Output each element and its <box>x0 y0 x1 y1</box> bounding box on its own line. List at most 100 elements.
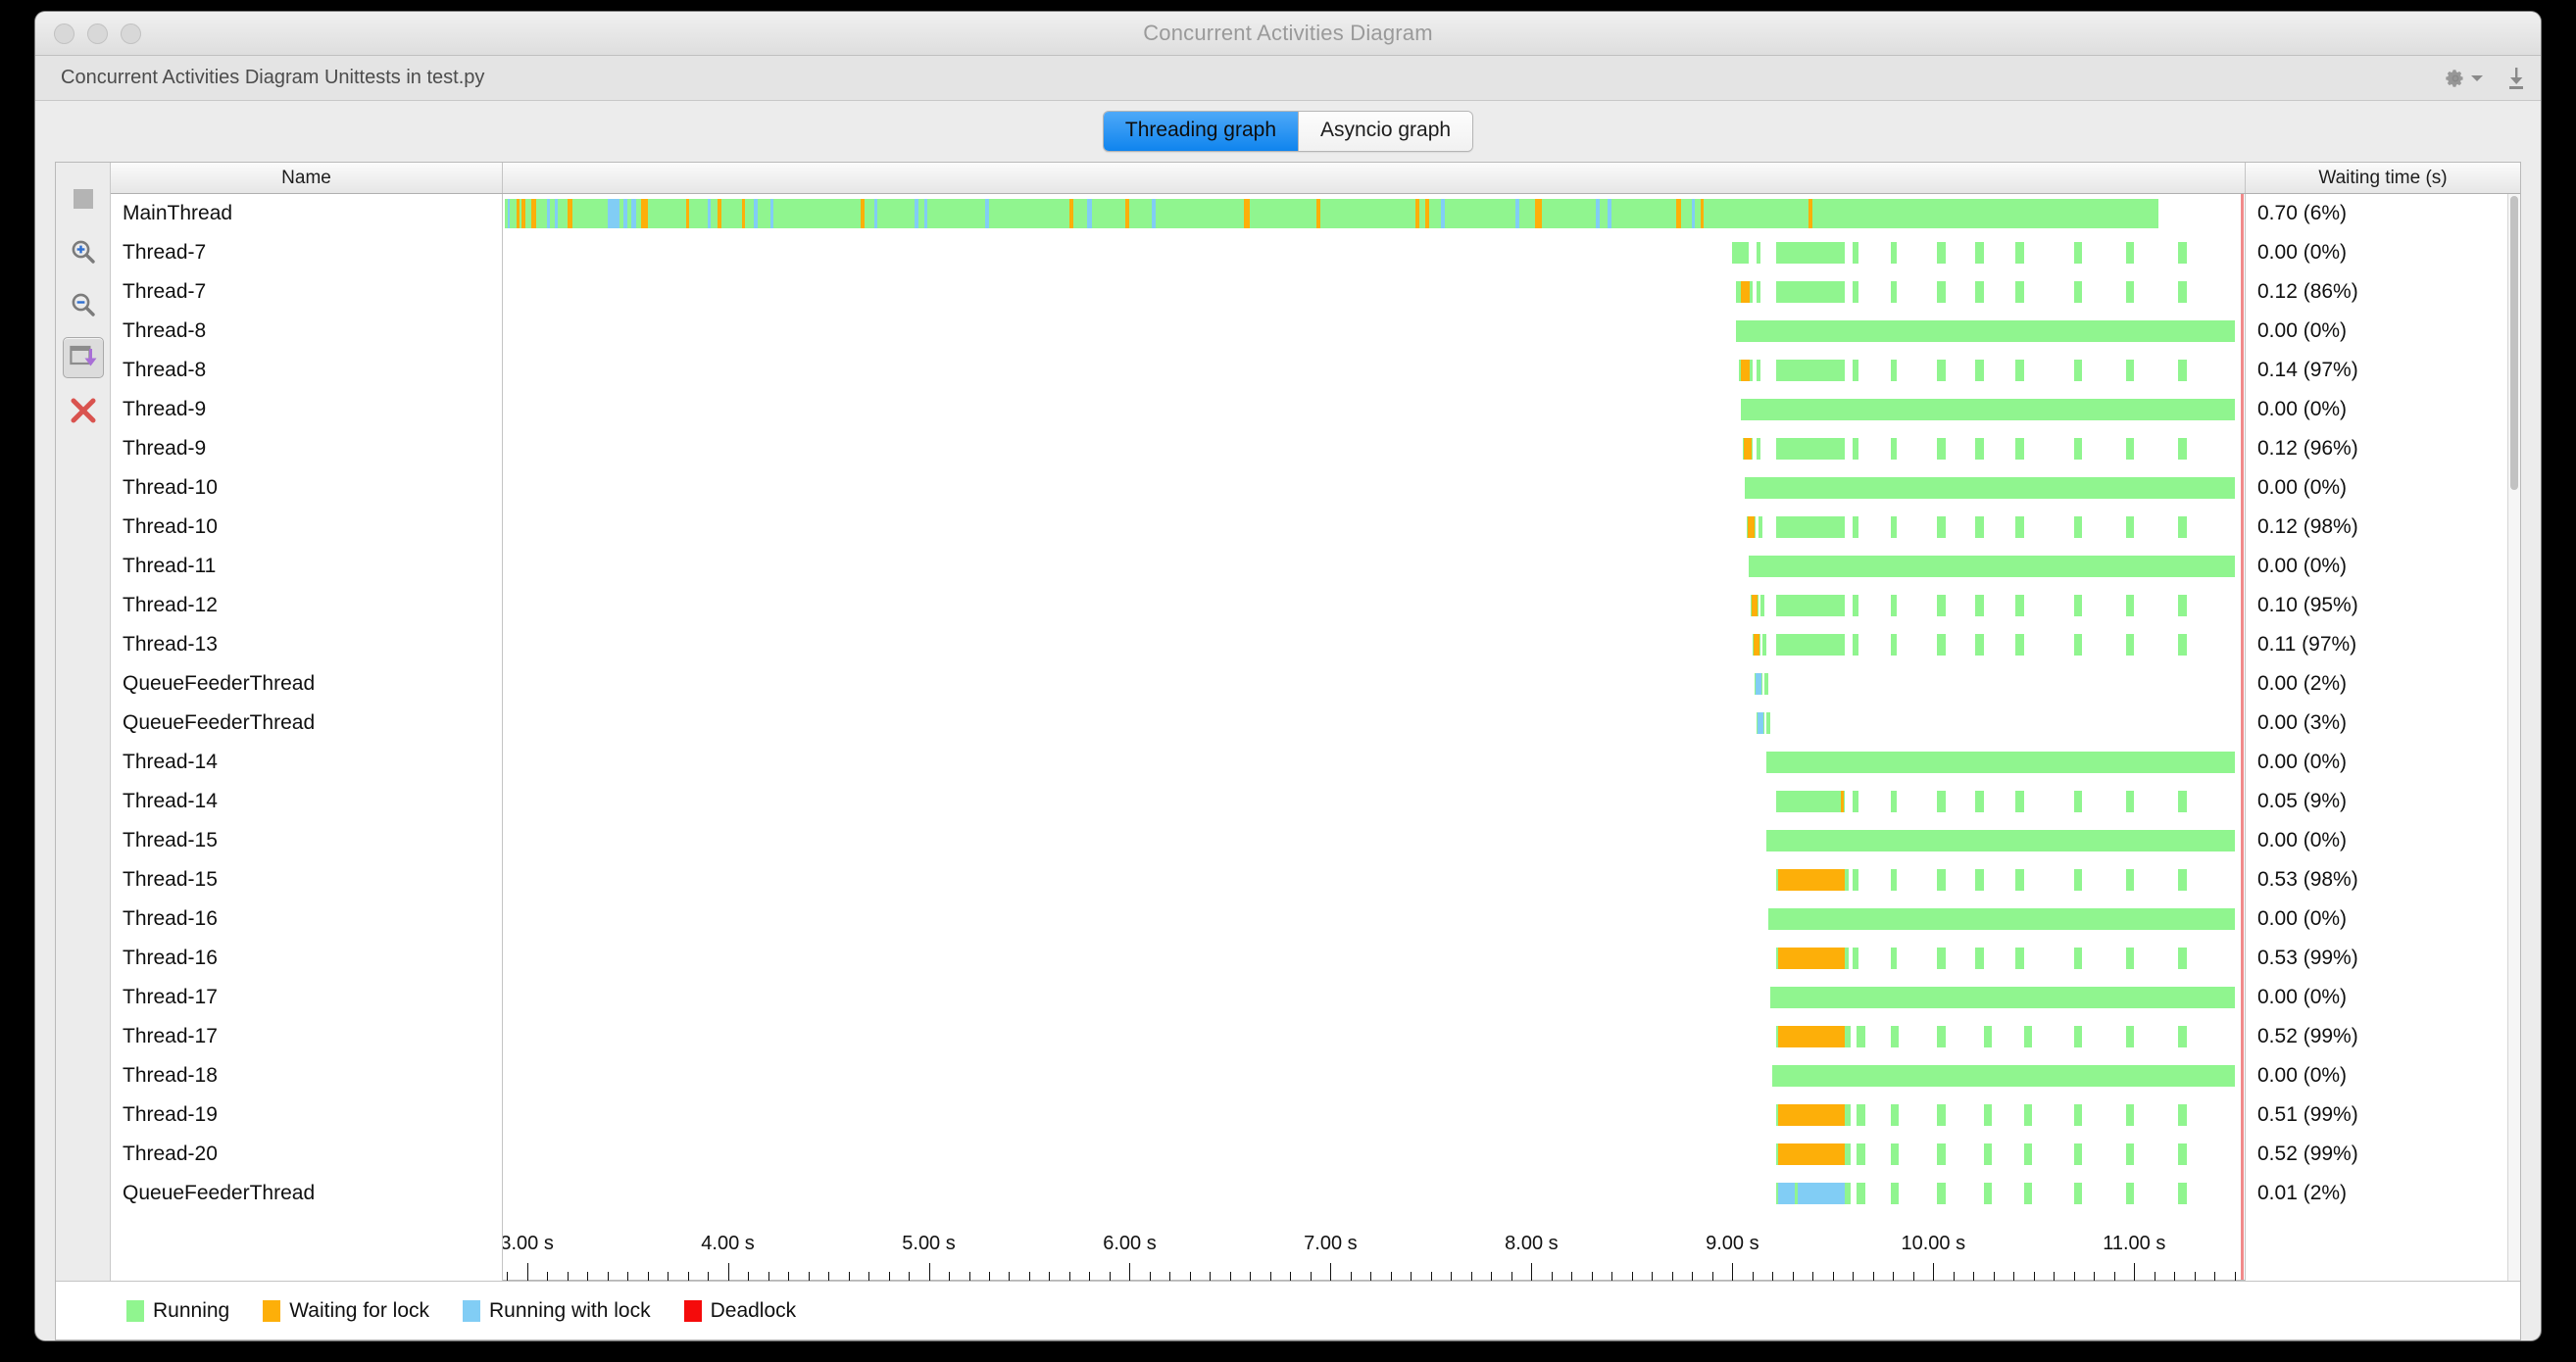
activity-segment-running[interactable] <box>1975 438 1984 460</box>
activity-segment-running[interactable] <box>1891 360 1898 381</box>
activity-segment-running[interactable] <box>1853 360 1859 381</box>
activity-segment-running[interactable] <box>1776 516 1846 538</box>
activity-segment-running[interactable] <box>1736 320 2235 342</box>
activity-segment-running[interactable] <box>2073 516 2082 538</box>
activity-segment-running[interactable] <box>1776 360 1846 381</box>
activity-segment-running[interactable] <box>1756 242 1761 264</box>
activity-segment-running-with-lock[interactable] <box>1757 712 1764 734</box>
activity-segment-running[interactable] <box>1937 869 1946 891</box>
activity-segment-running[interactable] <box>2073 1143 2082 1165</box>
activity-segment-running[interactable] <box>1937 1104 1946 1126</box>
activity-segment-running[interactable] <box>1853 595 1859 616</box>
activity-segment-running-with-lock[interactable] <box>924 199 928 228</box>
activity-segment-running[interactable] <box>2015 869 2024 891</box>
activity-segment-running[interactable] <box>2015 242 2024 264</box>
activity-segment-waiting-for-lock[interactable] <box>1751 595 1758 616</box>
activity-segment-running[interactable] <box>1853 634 1859 656</box>
activity-segment-waiting-for-lock[interactable] <box>1414 199 1419 228</box>
tab-threading-graph[interactable]: Threading graph <box>1103 112 1300 151</box>
table-row[interactable]: QueueFeederThread <box>111 1174 502 1213</box>
activity-segment-running[interactable] <box>2073 1104 2082 1126</box>
activity-segment-running[interactable] <box>1975 242 1984 264</box>
activity-segment-running[interactable] <box>1891 1026 1900 1047</box>
activity-segment-running[interactable] <box>1853 869 1859 891</box>
activity-segment-running[interactable] <box>1937 791 1946 812</box>
activity-segment-running[interactable] <box>2015 438 2024 460</box>
table-row[interactable]: Thread-18 <box>111 1056 502 1095</box>
activity-segment-running-with-lock[interactable] <box>769 199 773 228</box>
activity-segment-running[interactable] <box>1776 791 1846 812</box>
tab-asyncio-graph[interactable]: Asyncio graph <box>1299 112 1473 151</box>
activity-segment-running[interactable] <box>1766 830 2235 851</box>
table-row[interactable]: Thread-15 <box>111 860 502 900</box>
column-header-name[interactable]: Name <box>111 163 503 193</box>
activity-segment-running[interactable] <box>2178 281 2187 303</box>
activity-segment-running[interactable] <box>1983 1104 1992 1126</box>
activity-segment-running[interactable] <box>1853 438 1859 460</box>
table-row[interactable]: Thread-16 <box>111 939 502 978</box>
activity-segment-running[interactable] <box>2073 634 2082 656</box>
activity-segment-running[interactable] <box>1975 360 1984 381</box>
activity-segment-waiting-for-lock[interactable] <box>521 199 525 228</box>
activity-segment-running[interactable] <box>2015 595 2024 616</box>
activity-segment-running[interactable] <box>1937 1026 1946 1047</box>
activity-segment-running-with-lock[interactable] <box>555 199 558 228</box>
activity-segment-waiting-for-lock[interactable] <box>1700 199 1704 228</box>
activity-segment-running[interactable] <box>2073 595 2082 616</box>
activity-segment-running[interactable] <box>2023 1026 2032 1047</box>
activity-segment-running[interactable] <box>1776 438 1846 460</box>
activity-segment-running[interactable] <box>2073 281 2082 303</box>
activity-segment-running[interactable] <box>1937 281 1946 303</box>
fit-to-window-button[interactable] <box>62 337 104 378</box>
table-row[interactable]: Thread-19 <box>111 1095 502 1135</box>
table-row[interactable]: Thread-14 <box>111 782 502 821</box>
activity-segment-running[interactable] <box>1891 869 1898 891</box>
activity-segment-running[interactable] <box>1891 1104 1900 1126</box>
activity-segment-running[interactable] <box>1937 948 1946 969</box>
activity-segment-waiting-for-lock[interactable] <box>1424 199 1429 228</box>
table-row[interactable]: Thread-7 <box>111 272 502 312</box>
table-row[interactable]: Thread-9 <box>111 429 502 468</box>
activity-segment-running[interactable] <box>1766 752 2235 773</box>
activity-segment-running[interactable] <box>1732 242 1749 264</box>
activity-segment-running[interactable] <box>1776 595 1846 616</box>
activity-segment-waiting-for-lock[interactable] <box>1778 1143 1846 1165</box>
activity-segment-running[interactable] <box>1975 791 1984 812</box>
activity-segment-running[interactable] <box>1975 869 1984 891</box>
activity-segment-running[interactable] <box>1740 399 2235 420</box>
activity-segment-running[interactable] <box>1853 242 1859 264</box>
activity-segment-running[interactable] <box>2126 242 2135 264</box>
activity-segment-running[interactable] <box>2126 869 2135 891</box>
activity-segment-running[interactable] <box>1891 438 1898 460</box>
activity-segment-running[interactable] <box>2073 948 2082 969</box>
table-row[interactable]: Thread-20 <box>111 1135 502 1174</box>
activity-segment-running[interactable] <box>2178 242 2187 264</box>
zoom-in-button[interactable] <box>63 231 104 272</box>
activity-segment-waiting-for-lock[interactable] <box>1316 199 1321 228</box>
activity-segment-running[interactable] <box>1975 948 1984 969</box>
activity-segment-waiting-for-lock[interactable] <box>1747 516 1755 538</box>
activity-segment-running[interactable] <box>1891 1183 1900 1204</box>
table-row[interactable]: MainThread <box>111 194 502 233</box>
activity-segment-running[interactable] <box>2073 1026 2082 1047</box>
activity-segment-running[interactable] <box>1891 516 1898 538</box>
activity-segment-running[interactable] <box>1857 1026 1865 1047</box>
table-row[interactable]: Thread-13 <box>111 625 502 664</box>
activity-segment-waiting-for-lock[interactable] <box>1743 438 1752 460</box>
activity-segment-running[interactable] <box>2126 791 2135 812</box>
table-row[interactable]: Thread-10 <box>111 468 502 508</box>
activity-segment-running[interactable] <box>2178 516 2187 538</box>
activity-segment-running[interactable] <box>2178 1183 2187 1204</box>
activity-segment-running[interactable] <box>1937 516 1946 538</box>
activity-segment-running-with-lock[interactable] <box>508 199 511 228</box>
activity-segment-running[interactable] <box>2073 360 2082 381</box>
column-header-waiting-time[interactable]: Waiting time (s) <box>2246 163 2520 193</box>
activity-segment-running[interactable] <box>2073 791 2082 812</box>
activity-segment-running[interactable] <box>1857 1104 1865 1126</box>
activity-segment-waiting-for-lock[interactable] <box>685 199 689 228</box>
activity-segment-running[interactable] <box>2126 634 2135 656</box>
table-row[interactable]: Thread-12 <box>111 586 502 625</box>
vertical-scrollbar[interactable] <box>2507 194 2520 1281</box>
activity-segment-running[interactable] <box>1762 634 1767 656</box>
activity-segment-running[interactable] <box>1760 595 1765 616</box>
